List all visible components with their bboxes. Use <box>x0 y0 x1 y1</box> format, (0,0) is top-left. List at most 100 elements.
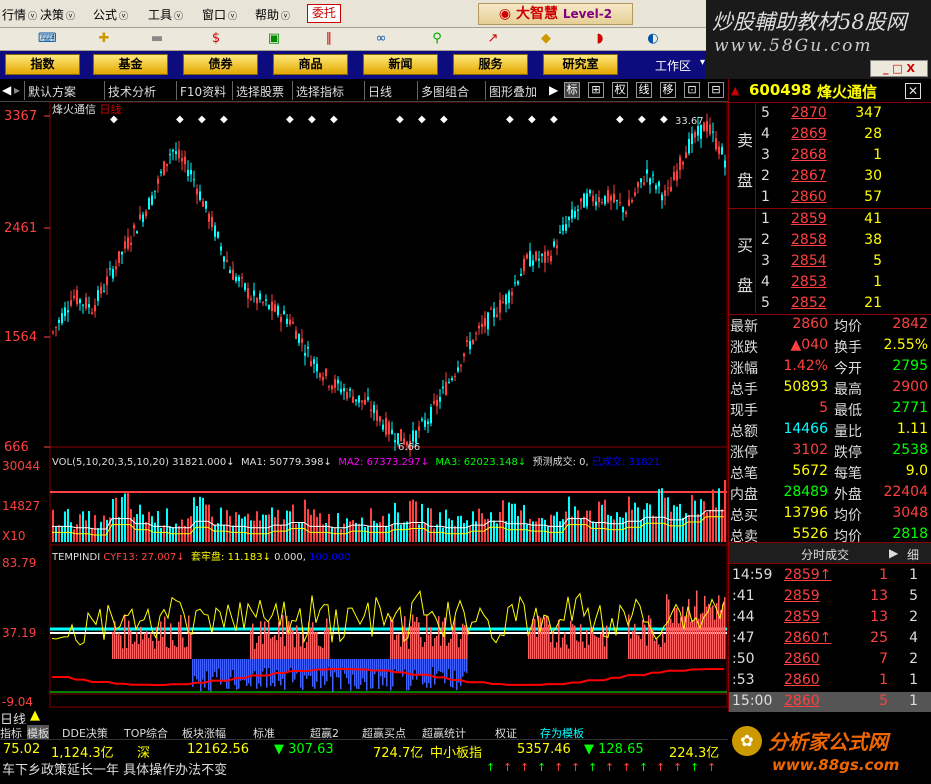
ticker-arrow-icon[interactable]: ↑ <box>537 761 546 774</box>
antenna-icon[interactable]: ⚲ <box>428 31 446 47</box>
workarea-dropdown-icon[interactable]: ▾ <box>700 57 705 68</box>
indicator-blue-fill <box>232 659 234 671</box>
chart-tool-button[interactable]: 线 <box>636 82 652 98</box>
volume-bar <box>601 504 603 542</box>
globe-icon[interactable]: ◐ <box>644 31 662 47</box>
tick-price[interactable]: 2859 <box>784 588 820 604</box>
keyboard-icon[interactable]: ⌨ <box>38 31 57 47</box>
menu-item[interactable]: 公式 <box>93 6 117 23</box>
chart-toolbar-item[interactable]: 选择指标 <box>296 83 344 100</box>
ticker-arrow-icon[interactable]: ↑ <box>605 761 614 774</box>
indicator-red-fill <box>542 627 544 659</box>
volume-bar <box>217 523 219 542</box>
binoculars-icon[interactable]: ∞ <box>372 31 390 47</box>
quote-prev-icon[interactable]: ▲ <box>731 84 739 97</box>
nav-button[interactable]: 新闻 <box>363 54 438 75</box>
volume-bar <box>709 509 711 542</box>
indicator-red-fill <box>328 629 330 659</box>
play-icon[interactable]: ▶ <box>549 83 558 97</box>
level: 5 <box>761 105 770 121</box>
workarea-label[interactable]: 工作区 <box>655 57 691 74</box>
tick-price[interactable]: 2860 <box>784 693 820 709</box>
candle-body <box>502 301 504 303</box>
tick-expand-icon[interactable]: ▶ <box>889 546 898 560</box>
nav-button[interactable]: 服务 <box>453 54 528 75</box>
ticker-arrow-icon[interactable]: ↑ <box>503 761 512 774</box>
nav-button[interactable]: 指数 <box>5 54 80 75</box>
nav-button[interactable]: 基金 <box>93 54 168 75</box>
indicator-red-fill <box>136 631 138 659</box>
bars-icon[interactable]: ∥ <box>320 31 338 47</box>
indicator-blue-fill <box>234 659 236 686</box>
ticker-arrow-icon[interactable]: ↑ <box>486 761 495 774</box>
index-sme-value: 5357.46 <box>517 742 571 757</box>
kline-chart-area[interactable]: 3367 2461 1564 666 30044 14827 X10 83.79 37.19 -9… <box>0 101 728 725</box>
stat-value: 13796 <box>783 505 828 521</box>
chart-toolbar-item[interactable]: 多图组合 <box>421 83 469 100</box>
volume-bar <box>397 512 399 542</box>
chart-up-icon[interactable]: ↗ <box>484 31 502 47</box>
chart-tool-button[interactable]: 标 <box>564 82 580 98</box>
crosshair-icon[interactable]: ✚ <box>95 31 113 47</box>
tick-price[interactable]: 2860↑ <box>784 630 831 646</box>
chart-toolbar-item[interactable]: 选择股票 <box>236 83 284 100</box>
ticker-arrow-icon[interactable]: ↑ <box>707 761 716 774</box>
nav-button[interactable]: 研究室 <box>543 54 618 75</box>
menu-item[interactable]: 决策 <box>40 6 64 23</box>
candle-body <box>109 268 111 270</box>
ticker-arrow-icon[interactable]: ↑ <box>673 761 682 774</box>
chart-toolbar-item[interactable]: 日线 <box>368 83 392 100</box>
tick-price[interactable]: 2859 <box>784 609 820 625</box>
indicator-red-fill <box>464 625 466 659</box>
chart-tool-button[interactable]: ⊡ <box>684 82 700 98</box>
ticker-arrow-icon[interactable]: ↑ <box>639 761 648 774</box>
ticker-arrow-icon[interactable]: ↑ <box>588 761 597 774</box>
ticker-arrow-icon[interactable]: ↑ <box>571 761 580 774</box>
indicator-blue-fill <box>344 659 346 674</box>
tick-price[interactable]: 2859↑ <box>784 567 831 583</box>
chart-tool-button[interactable]: 移 <box>660 82 676 98</box>
pill-icon[interactable]: ◗ <box>591 31 609 47</box>
ticker-arrow-icon[interactable]: ↑ <box>622 761 631 774</box>
ticker-arrow-icon[interactable]: ↑ <box>656 761 665 774</box>
tick-price[interactable]: 2860 <box>784 672 820 688</box>
dollar-icon[interactable]: $ <box>207 31 225 47</box>
chart-tool-button[interactable]: ⊞ <box>588 82 604 98</box>
window-controls[interactable]: _ □ X <box>870 60 928 77</box>
news-ticker[interactable]: 车下乡政策延长一年 具体操作办法不变 ↑ ↑ ↑ ↑ ↑ ↑ ↑ ↑ ↑ ↑ ↑ ↑ ↑ ↑ <box>0 758 728 778</box>
chart-toolbar-item[interactable]: 技术分析 <box>108 83 156 100</box>
level: 2 <box>761 168 770 184</box>
ruler-icon[interactable]: ▬ <box>148 31 166 47</box>
menu-item[interactable]: 行情 <box>2 6 26 23</box>
period-arrow-icon[interactable]: ▲ <box>30 708 40 723</box>
ticker-arrow-icon[interactable]: ↑ <box>520 761 529 774</box>
chart-toolbar-item[interactable]: F10资料 <box>180 83 226 100</box>
chevron-right-icon[interactable]: ▸ <box>14 83 20 97</box>
indicator-blue-fill <box>412 659 414 680</box>
tick-detail-label[interactable]: 细 <box>907 546 919 563</box>
menu-trade-button[interactable]: 委托 <box>307 4 342 23</box>
menu-item[interactable]: 窗口 <box>202 6 226 23</box>
chart-toolbar-item[interactable]: 默认方案 <box>28 83 76 100</box>
ticker-arrow-icon[interactable]: ↑ <box>690 761 699 774</box>
menu-item[interactable]: 工具 <box>148 6 172 23</box>
ticker-arrow-icon[interactable]: ↑ <box>554 761 563 774</box>
chart-tool-button[interactable]: 权 <box>612 82 628 98</box>
dropdown-arrow-icon: ⓥ <box>228 12 238 22</box>
stat-key: 最高 <box>834 382 862 398</box>
close-icon[interactable]: ✕ <box>905 83 921 99</box>
brand-level: Level-2 <box>562 7 613 21</box>
tick-header[interactable]: 分时成交 ▶ 细 <box>729 542 931 564</box>
indicator-red-fill <box>554 647 556 659</box>
candle-body <box>292 322 294 324</box>
nav-button[interactable]: 债券 <box>183 54 258 75</box>
nav-button[interactable]: 商品 <box>273 54 348 75</box>
menu-item[interactable]: 帮助 <box>255 6 279 23</box>
volume-bar <box>316 516 318 542</box>
chart-toolbar-item[interactable]: 图形叠加 <box>489 83 537 100</box>
chart-tool-button[interactable]: ⊟ <box>708 82 724 98</box>
chevron-left-icon[interactable]: ◀ <box>2 83 11 97</box>
diamond-icon[interactable]: ◆ <box>537 31 555 47</box>
tick-price[interactable]: 2860 <box>784 651 820 667</box>
flag-icon[interactable]: ▣ <box>265 31 283 47</box>
